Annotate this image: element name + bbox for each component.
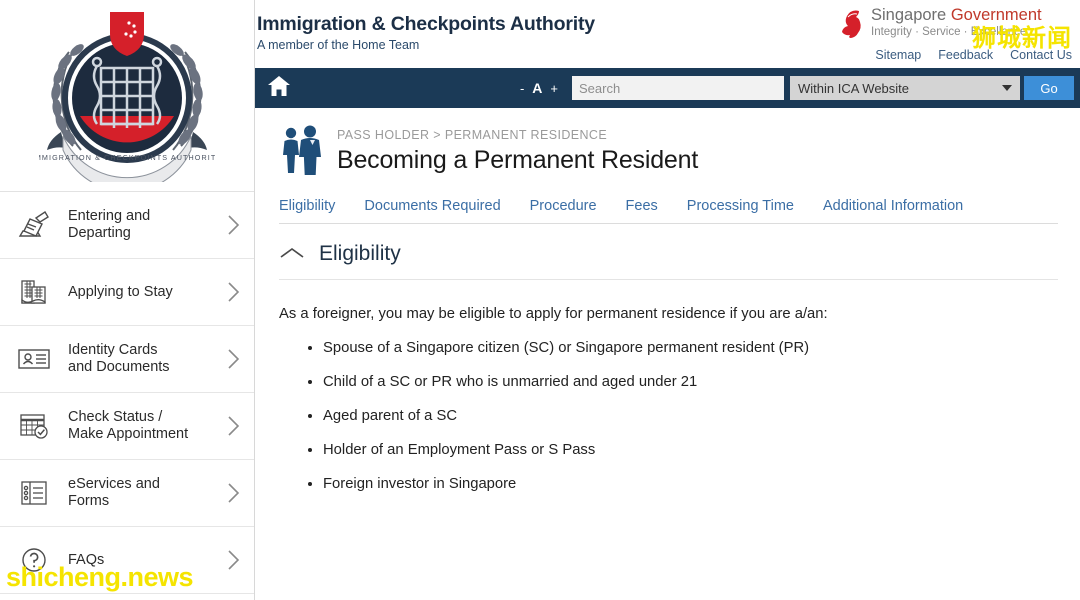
breadcrumb: PASS HOLDER > PERMANENT RESIDENCE xyxy=(337,128,608,142)
ica-crest-logo[interactable]: IMMIGRATION & CHECKPOINTS AUTHORITY xyxy=(0,0,254,192)
font-size-label[interactable]: A xyxy=(532,80,542,96)
agency-title: Immigration & Checkpoints Authority xyxy=(257,13,595,35)
page-title: Becoming a Permanent Resident xyxy=(337,146,699,174)
id-card-icon xyxy=(14,339,54,379)
chevron-right-icon xyxy=(222,482,244,504)
sidebar-item-label: Entering and Departing xyxy=(68,208,151,241)
chevron-right-icon xyxy=(222,214,244,236)
page-root: IMMIGRATION & CHECKPOINTS AUTHORITY Ente… xyxy=(0,0,1080,600)
sg-logo-wordmark: Singapore Government xyxy=(871,6,1042,25)
calendar-check-icon xyxy=(14,406,54,446)
chevron-right-icon xyxy=(222,281,244,303)
list-item: Child of a SC or PR who is unmarried and… xyxy=(323,374,1058,390)
list-item: Spouse of a Singapore citizen (SC) or Si… xyxy=(323,340,1058,356)
tab-eligibility[interactable]: Eligibility xyxy=(279,198,335,214)
buildings-icon xyxy=(14,272,54,312)
singapore-government-logo: Singapore Government Integrity · Service… xyxy=(839,4,1074,66)
search-scope-select[interactable]: Within ICA Website xyxy=(790,76,1020,100)
home-button[interactable] xyxy=(255,68,303,108)
sg-logo-tagline: Integrity · Service · Excellence xyxy=(871,26,1027,38)
sidebar-item-label: Identity Cards and Documents xyxy=(68,342,170,375)
sidebar-item-faqs[interactable]: FAQs xyxy=(0,527,254,594)
tab-fees[interactable]: Fees xyxy=(626,198,658,214)
sidebar-item-label: FAQs xyxy=(68,551,105,568)
agency-subtitle: A member of the Home Team xyxy=(257,38,420,52)
main-content: PASS HOLDER > PERMANENT RESIDENCE Becomi… xyxy=(255,108,1080,600)
list-item: Aged parent of a SC xyxy=(323,408,1058,424)
home-icon xyxy=(267,75,291,102)
tab-processing-time[interactable]: Processing Time xyxy=(687,198,794,214)
singapore-lion-icon xyxy=(842,10,861,38)
section-tabs: Eligibility Documents Required Procedure… xyxy=(279,198,1058,224)
link-sitemap[interactable]: Sitemap xyxy=(875,48,921,62)
sg-word-government: Government xyxy=(950,6,1042,24)
tab-documents-required[interactable]: Documents Required xyxy=(364,198,500,214)
tab-additional-information[interactable]: Additional Information xyxy=(823,198,963,214)
chevron-right-icon xyxy=(222,348,244,370)
crest-ribbon-text: IMMIGRATION & CHECKPOINTS AUTHORITY xyxy=(39,153,215,162)
sidebar: IMMIGRATION & CHECKPOINTS AUTHORITY Ente… xyxy=(0,0,255,600)
ica-crest-svg: IMMIGRATION & CHECKPOINTS AUTHORITY xyxy=(39,11,215,182)
search-scope-value: Within ICA Website xyxy=(798,80,910,96)
sidebar-item-label: eServices and Forms xyxy=(68,476,160,509)
masthead: Immigration & Checkpoints Authority A me… xyxy=(255,0,1080,68)
eligibility-list: Spouse of a Singapore citizen (SC) or Si… xyxy=(279,340,1058,492)
font-decrease-button[interactable]: - xyxy=(520,81,524,96)
tab-procedure[interactable]: Procedure xyxy=(530,198,597,214)
sidebar-item-entering-and-departing[interactable]: Entering and Departing xyxy=(0,192,254,259)
two-people-icon xyxy=(283,125,321,175)
sidebar-item-check-status-make-appointment[interactable]: Check Status / Make Appointment xyxy=(0,393,254,460)
utility-links: Sitemap Feedback Contact Us xyxy=(875,48,1072,62)
link-contact-us[interactable]: Contact Us xyxy=(1010,48,1072,62)
search-input[interactable] xyxy=(572,76,784,100)
sidebar-item-label: Check Status / Make Appointment xyxy=(68,409,189,442)
sidebar-item-identity-cards-and-documents[interactable]: Identity Cards and Documents xyxy=(0,326,254,393)
navbar: - A + Within ICA Website Go xyxy=(255,68,1080,108)
sidebar-item-label: Applying to Stay xyxy=(68,283,173,300)
question-mark-icon xyxy=(14,540,54,580)
link-feedback[interactable]: Feedback xyxy=(938,48,993,62)
section-title: Eligibility xyxy=(319,242,401,265)
passport-stamp-icon xyxy=(14,205,54,245)
chevron-right-icon xyxy=(222,549,244,571)
page-title-block: PASS HOLDER > PERMANENT RESIDENCE Becomi… xyxy=(325,122,698,175)
list-item: Holder of an Employment Pass or S Pass xyxy=(323,442,1058,458)
sg-word-singapore: Singapore xyxy=(871,6,951,24)
chevron-up-icon xyxy=(279,246,305,262)
checklist-icon xyxy=(14,473,54,513)
section-intro: As a foreigner, you may be eligible to a… xyxy=(279,306,828,322)
font-increase-button[interactable]: + xyxy=(550,81,558,96)
chevron-right-icon xyxy=(222,415,244,437)
sidebar-item-applying-to-stay[interactable]: Applying to Stay xyxy=(0,259,254,326)
list-item: Foreign investor in Singapore xyxy=(323,476,1058,492)
go-button[interactable]: Go xyxy=(1024,76,1074,100)
page-header: PASS HOLDER > PERMANENT RESIDENCE Becomi… xyxy=(279,122,1058,178)
sidebar-item-eservices-and-forms[interactable]: eServices and Forms xyxy=(0,460,254,527)
eligibility-section-toggle[interactable]: Eligibility xyxy=(279,242,1058,280)
font-size-controls: - A + xyxy=(520,80,558,96)
chevron-down-icon xyxy=(1002,85,1012,91)
